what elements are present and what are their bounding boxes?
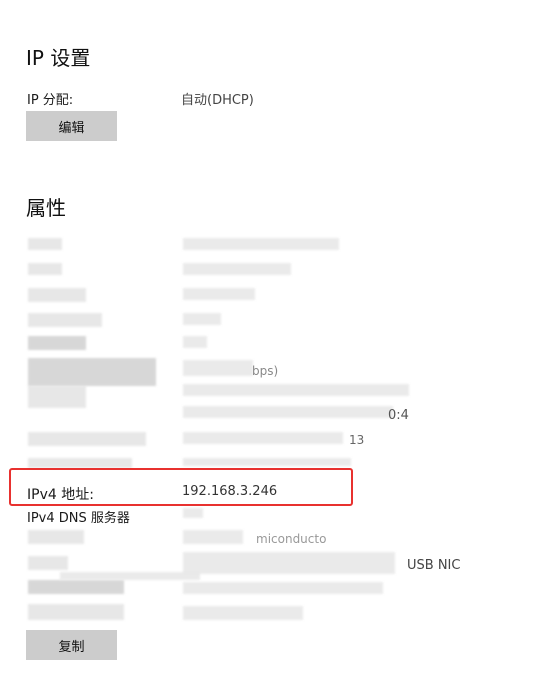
ipv4-dns-label: IPv4 DNS 服务器 — [27, 511, 130, 526]
ip-assignment-value: 自动(DHCP) — [181, 93, 254, 108]
ip-assignment-label: IP 分配: — [27, 93, 74, 108]
obscured-value-fragment: bps) — [252, 364, 279, 378]
ip-settings-title: IP 设置 — [26, 46, 91, 70]
obscured-value-fragment: 13 — [349, 433, 365, 447]
red-highlight-box — [9, 468, 353, 506]
obscured-value-fragment: USB NIC — [407, 558, 461, 573]
obscured-value-fragment: 0:4 — [388, 408, 409, 423]
properties-title: 属性 — [26, 196, 66, 220]
edit-button[interactable]: 编辑 — [26, 111, 117, 141]
obscured-value-fragment: miconducto — [256, 532, 327, 546]
copy-button[interactable]: 复制 — [26, 630, 117, 660]
